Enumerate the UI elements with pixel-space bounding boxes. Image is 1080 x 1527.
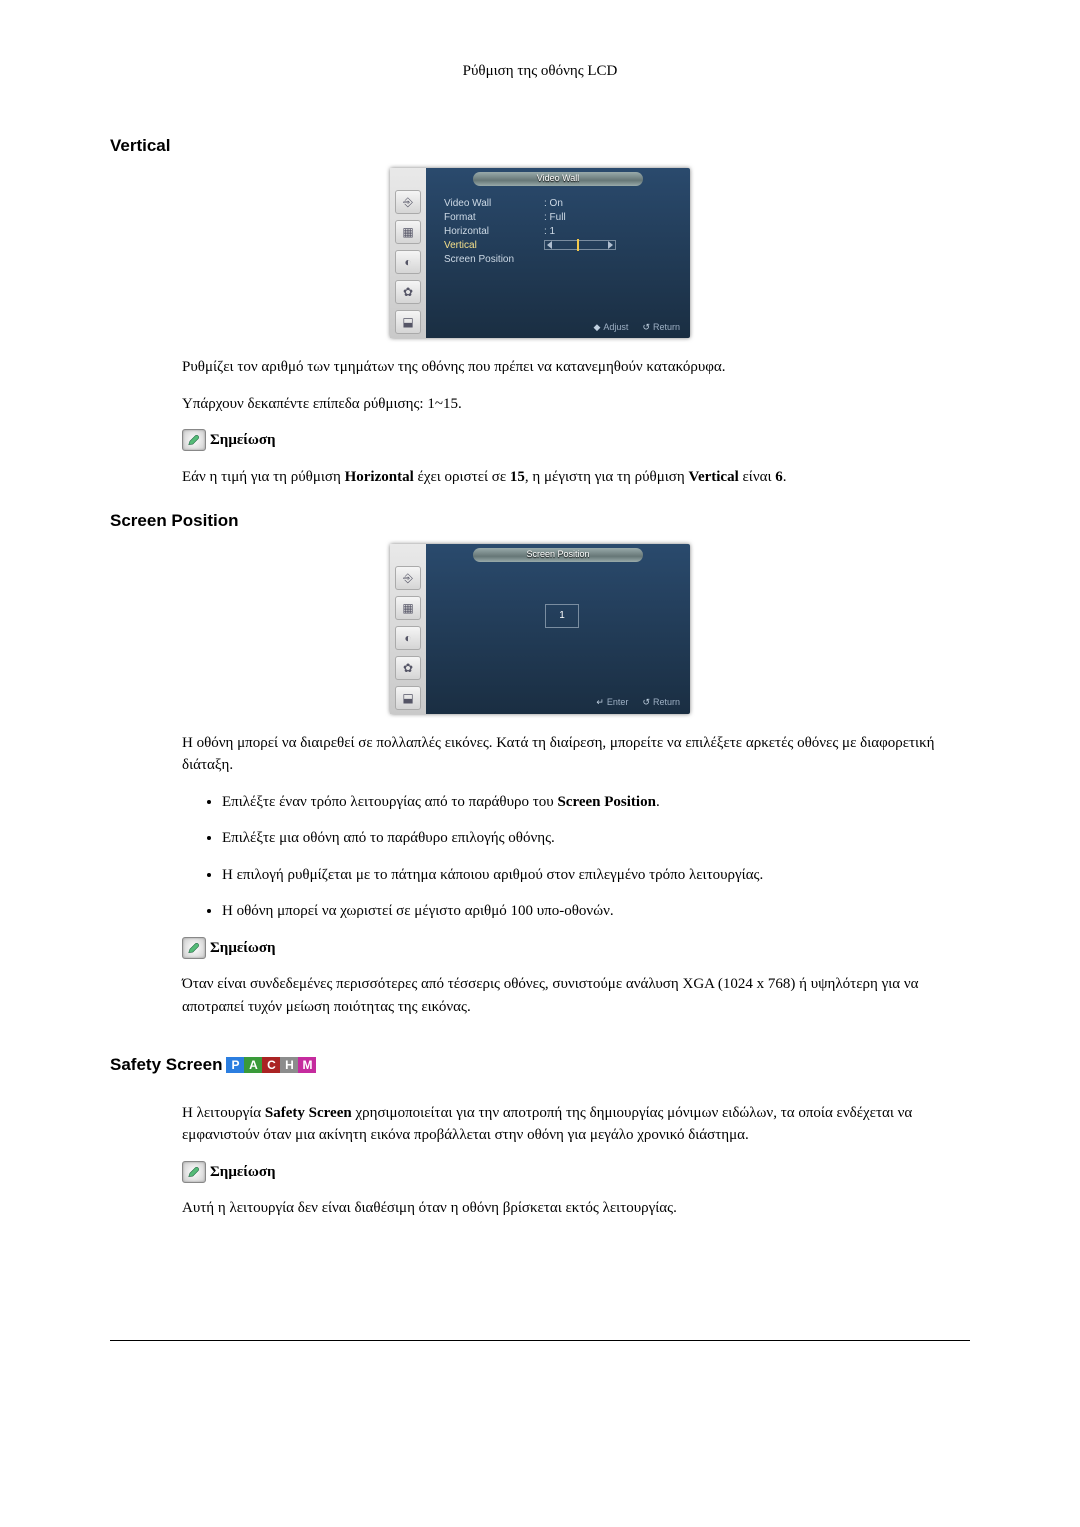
screen-position-bullets: Επιλέξτε έναν τρόπο λειτουργίας από το π… <box>182 791 970 923</box>
t: 6 <box>775 469 783 485</box>
osd-row-label: Video Wall <box>444 196 544 211</box>
list-item: Επιλέξτε μια οθόνη από το παράθυρο επιλο… <box>222 827 970 850</box>
t: Screen Position <box>557 794 655 810</box>
safety-screen-note-text: Αυτή η λειτουργία δεν είναι διαθέσιμη ότ… <box>182 1197 970 1220</box>
osd-screen-position: ⎆ ▦ ◐ ✿ ⬓ Screen Position 1 ↵Enter ↺Retu… <box>390 544 690 714</box>
osd-icon-picture: ▦ <box>395 220 421 244</box>
chip-m: M <box>298 1057 316 1073</box>
t: Vertical <box>688 469 738 485</box>
list-item: Η οθόνη μπορεί να χωριστεί σε μέγιστο αρ… <box>222 900 970 923</box>
chip-a: A <box>244 1057 262 1073</box>
heading-text: Safety Screen <box>110 1052 222 1078</box>
osd-footer: ↵Enter ↺Return <box>596 696 680 710</box>
osd-row-label: Screen Position <box>444 252 544 267</box>
osd-title: Screen Position <box>473 548 643 562</box>
osd-icon-multi: ⬓ <box>395 686 421 710</box>
osd-row-value: : On <box>544 196 563 211</box>
t: 15 <box>510 469 525 485</box>
return-icon: ↺ <box>642 696 650 710</box>
osd-footer-adjust: Adjust <box>603 322 628 332</box>
t: , η μέγιστη για τη ρύθμιση <box>525 469 689 485</box>
list-item: Επιλέξτε έναν τρόπο λειτουργίας από το π… <box>222 791 970 814</box>
note-label: Σημείωση <box>210 1161 276 1184</box>
osd-sidebar: ⎆ ▦ ◐ ✿ ⬓ <box>390 544 426 714</box>
list-item: Η επιλογή ρυθμίζεται με το πάτημα κάποιο… <box>222 864 970 887</box>
osd-icon-settings: ✿ <box>395 656 421 680</box>
mode-chips: P A C H M <box>226 1057 316 1073</box>
return-icon: ↺ <box>642 321 650 335</box>
note-label: Σημείωση <box>210 937 276 960</box>
osd-row-value: : 1 <box>544 224 555 239</box>
osd-icon-multi: ⬓ <box>395 310 421 334</box>
heading-screen-position: Screen Position <box>110 508 970 534</box>
heading-safety-screen: Safety Screen P A C H M <box>110 1052 316 1078</box>
note-icon <box>182 1161 206 1183</box>
osd-icon-picture: ▦ <box>395 596 421 620</box>
osd-row-label: Format <box>444 210 544 225</box>
osd-row-label-selected: Vertical <box>444 238 544 253</box>
enter-icon: ↵ <box>596 696 604 710</box>
t: Εάν η τιμή για τη ρύθμιση <box>182 469 345 485</box>
chip-h: H <box>280 1057 298 1073</box>
osd-sidebar: ⎆ ▦ ◐ ✿ ⬓ <box>390 168 426 338</box>
osd-row-value: : Full <box>544 210 566 225</box>
osd-footer-enter: Enter <box>607 697 629 707</box>
safety-screen-desc: Η λειτουργία Safety Screen χρησιμοποιείτ… <box>182 1102 970 1147</box>
osd-footer-return: Return <box>653 322 680 332</box>
t: Η λειτουργία <box>182 1105 265 1121</box>
osd-icon-timer: ◐ <box>395 250 421 274</box>
osd-video-wall: ⎆ ▦ ◐ ✿ ⬓ Video Wall Video Wall: On Form… <box>390 168 690 338</box>
t: Horizontal <box>345 469 414 485</box>
screen-position-note-text: Όταν είναι συνδεδεμένες περισσότερες από… <box>182 973 970 1018</box>
t: . <box>783 469 787 485</box>
osd-icon-input: ⎆ <box>395 190 421 214</box>
note-icon <box>182 429 206 451</box>
osd-footer: ◆Adjust ↺Return <box>594 321 681 335</box>
adjust-icon: ◆ <box>594 321 601 335</box>
screen-position-cell: 1 <box>545 604 579 628</box>
osd-footer-return: Return <box>653 697 680 707</box>
vertical-note-text: Εάν η τιμή για τη ρύθμιση Horizontal έχε… <box>182 466 970 489</box>
note-label: Σημείωση <box>210 429 276 452</box>
t: Safety Screen <box>265 1105 352 1121</box>
osd-icon-timer: ◐ <box>395 626 421 650</box>
t: έχει οριστεί σε <box>414 469 510 485</box>
chip-p: P <box>226 1057 244 1073</box>
vertical-desc-2: Υπάρχουν δεκαπέντε επίπεδα ρύθμισης: 1~1… <box>182 393 970 416</box>
osd-icon-settings: ✿ <box>395 280 421 304</box>
osd-title: Video Wall <box>473 172 643 186</box>
osd-slider <box>544 240 616 250</box>
chip-c: C <box>262 1057 280 1073</box>
heading-vertical: Vertical <box>110 133 970 159</box>
osd-row-label: Horizontal <box>444 224 544 239</box>
screen-position-desc: Η οθόνη μπορεί να διαιρεθεί σε πολλαπλές… <box>182 732 970 777</box>
footer-rule <box>110 1340 970 1341</box>
t: Επιλέξτε έναν τρόπο λειτουργίας από το π… <box>222 794 557 810</box>
page-header: Ρύθμιση της οθόνης LCD <box>110 60 970 83</box>
t: είναι <box>739 469 776 485</box>
vertical-desc-1: Ρυθμίζει τον αριθμό των τμημάτων της οθό… <box>182 356 970 379</box>
osd-icon-input: ⎆ <box>395 566 421 590</box>
t: . <box>656 794 660 810</box>
note-icon <box>182 937 206 959</box>
